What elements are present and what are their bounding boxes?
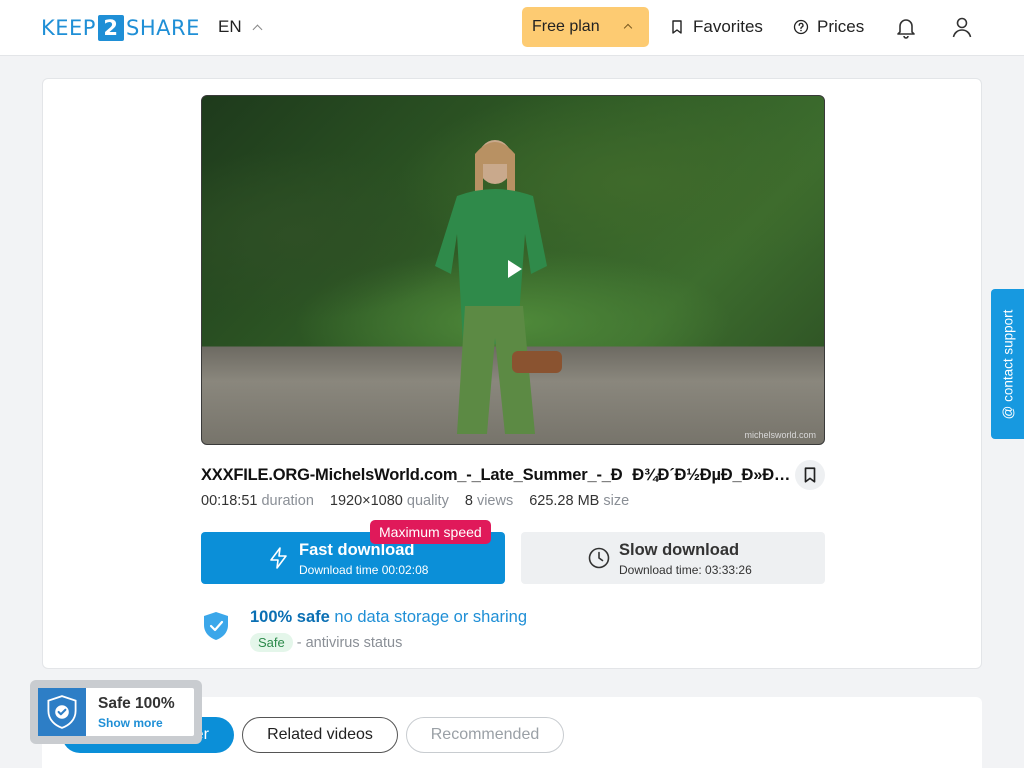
bell-icon[interactable] (893, 14, 919, 40)
shield-check-icon (47, 695, 77, 729)
safe-popup-title: Safe 100% (98, 695, 175, 712)
chevron-up-icon (252, 24, 263, 34)
file-meta: 00:18:51 duration 1920×1080 quality 8 vi… (201, 493, 629, 509)
file-name: XXXFILE.ORG-MichelsWorld.com_-_Late_Summ… (201, 466, 791, 484)
plan-selector[interactable]: Free plan (522, 7, 649, 47)
size-meta: 625.28 MB size (529, 493, 630, 509)
tab-related-videos[interactable]: Related videos (242, 717, 398, 753)
max-speed-badge: Maximum speed (370, 520, 491, 544)
user-icon[interactable] (949, 14, 975, 40)
clock-icon (588, 547, 610, 569)
help-circle-icon (793, 19, 809, 35)
safe-popup-inner: Safe 100% Show more (38, 688, 194, 736)
logo-left: KEEP (41, 16, 96, 40)
antivirus-status-label: - antivirus status (296, 634, 403, 651)
video-watermark: michelsworld.com (744, 430, 816, 440)
plan-label: Free plan (532, 18, 600, 35)
slow-download-button[interactable]: Slow download Download time: 03:33:26 (521, 532, 825, 584)
duration-meta: 00:18:51 duration (201, 493, 314, 509)
safe-popup[interactable]: Safe 100% Show more (30, 680, 202, 744)
views-meta: 8 views (464, 493, 514, 509)
prices-label: Prices (817, 17, 865, 36)
logo[interactable]: KEEP 2 SHARE (41, 15, 200, 41)
safety-headline: 100% safe no data storage or sharing (250, 608, 528, 626)
header: KEEP 2 SHARE EN Free plan Favorites Pric… (0, 0, 1024, 56)
bookmark-button[interactable] (795, 460, 825, 490)
play-icon[interactable] (508, 260, 522, 278)
tab-recommended[interactable]: Recommended (406, 717, 564, 753)
shield-check-icon (204, 612, 228, 640)
favorites-label: Favorites (693, 17, 763, 36)
slow-download-time: Download time: 03:33:26 (619, 563, 752, 577)
safe-popup-shield (38, 688, 86, 736)
fast-download-time: Download time 00:02:08 (299, 563, 429, 577)
chevron-up-icon (623, 23, 633, 33)
video-thumbnail-figure (435, 140, 562, 434)
safe-badge: Safe (250, 633, 293, 652)
language-label: EN (218, 17, 242, 36)
show-more-link[interactable]: Show more (98, 716, 163, 730)
quality-meta: 1920×1080 quality (329, 493, 449, 509)
antivirus-status: Safe - antivirus status (250, 633, 402, 652)
bookmark-icon (804, 467, 816, 483)
contact-support-button[interactable]: @ contact support (991, 289, 1024, 439)
slow-download-title: Slow download (619, 541, 740, 559)
language-selector[interactable]: EN (218, 17, 263, 37)
bookmark-icon (672, 20, 682, 34)
file-card: michelsworld.com XXXFILE.ORG-MichelsWorl… (42, 78, 982, 669)
video-preview[interactable]: michelsworld.com (201, 95, 825, 445)
lightning-icon (270, 547, 287, 569)
favorites-link[interactable]: Favorites (669, 17, 763, 37)
contact-support-label: @ contact support (1000, 309, 1016, 419)
prices-link[interactable]: Prices (793, 17, 864, 37)
logo-right: SHARE (125, 16, 200, 40)
logo-number: 2 (97, 15, 124, 41)
